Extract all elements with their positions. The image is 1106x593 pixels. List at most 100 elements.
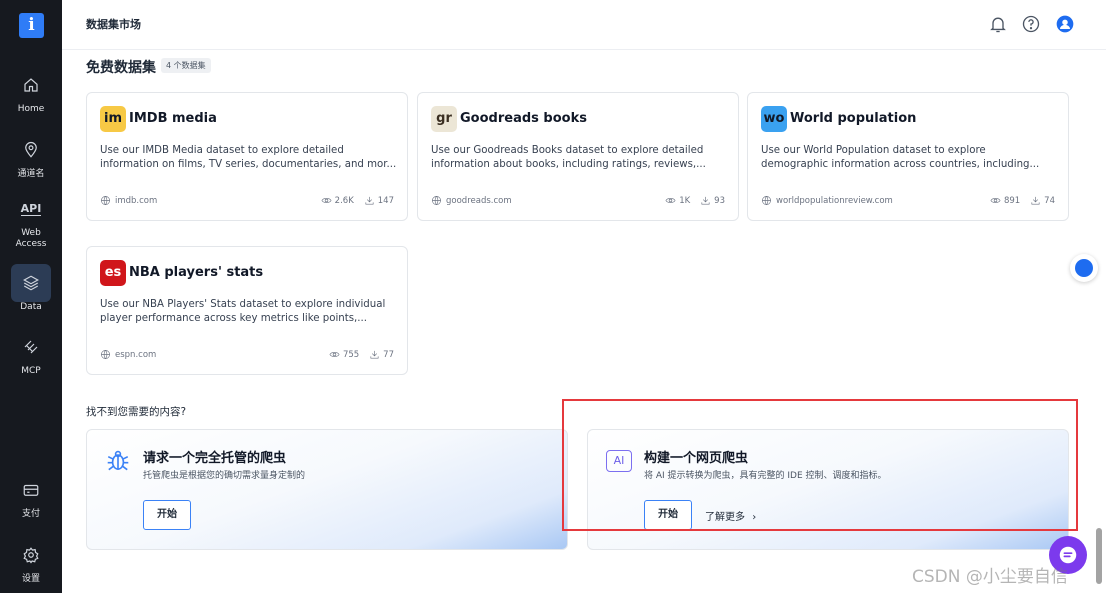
- dataset-stats: 1K 93: [665, 195, 725, 206]
- sidebar-item-billing[interactable]: 支付: [0, 471, 62, 520]
- download-icon: [701, 196, 710, 205]
- promo-title: 构建一个网页爬虫: [644, 451, 749, 466]
- chevron-right-icon: ›: [752, 512, 757, 523]
- eye-icon: [990, 198, 1001, 203]
- globe-icon: [101, 350, 110, 360]
- sidebar-item-label: 设置: [21, 574, 40, 584]
- dataset-source: goodreads.com: [431, 195, 512, 206]
- description-line: player performance across key metrics li…: [100, 313, 368, 324]
- not-found-label: 找不到您需要的内容?: [86, 406, 187, 418]
- dataset-count-badge: 4 个数据集: [161, 58, 211, 73]
- views-count: 755: [342, 349, 360, 360]
- dataset-badge: es: [100, 260, 126, 286]
- download-icon: [370, 350, 379, 359]
- downloads-count: 147: [377, 195, 394, 206]
- promo-description: 托管爬虫是根据您的确切需求量身定制的: [143, 471, 306, 481]
- description-line: demographic information across countries…: [761, 159, 1040, 170]
- description-line: Use our World Population dataset to expl…: [761, 145, 986, 156]
- downloads-count: 93: [714, 195, 725, 206]
- sidebar-item-label: Data: [20, 302, 42, 312]
- assistant-launcher-icon[interactable]: [1070, 254, 1098, 282]
- section-title: 免费数据集: [86, 60, 156, 76]
- promo-description: 将 AI 提示转换为爬虫，具有完整的 IDE 控制、调度和指标。: [644, 471, 887, 481]
- dataset-stats: 755 77: [329, 349, 394, 360]
- dataset-card-goodreads[interactable]: gr Goodreads books Use our Goodreads Boo…: [417, 92, 739, 221]
- bell-icon[interactable]: [988, 14, 1008, 34]
- home-icon: [11, 66, 51, 104]
- description-line: Use our IMDB Media dataset to explore de…: [100, 145, 344, 156]
- dataset-card-world-population[interactable]: wo World population Use our World Popula…: [747, 92, 1069, 221]
- start-button[interactable]: 开始: [143, 500, 191, 530]
- bug-icon: [105, 448, 131, 474]
- downloads-stat: 74: [1030, 195, 1055, 206]
- card-icon: [11, 471, 51, 509]
- top-header: 数据集市场: [62, 0, 1106, 50]
- dataset-badge: wo: [761, 106, 787, 132]
- dataset-domain: worldpopulationreview.com: [776, 195, 893, 206]
- layers-icon: [11, 264, 51, 302]
- description-line: Use our NBA Players' Stats dataset to ex…: [100, 299, 386, 310]
- views-stat: 755: [329, 349, 359, 360]
- sidebar-item-home[interactable]: Home: [0, 66, 62, 115]
- dataset-title: NBA players' stats: [129, 265, 264, 280]
- sidebar-item-data[interactable]: Data: [0, 264, 62, 313]
- sidebar-item-mcp[interactable]: MCP: [0, 328, 62, 377]
- dataset-badge: gr: [431, 106, 457, 132]
- views-count: 1K: [679, 195, 691, 206]
- mcp-icon: [11, 328, 51, 366]
- sidebar-item-web-access[interactable]: API Web Access: [0, 190, 62, 250]
- sidebar-item-label: 通道名: [17, 169, 45, 179]
- build-scraper-card: AI 构建一个网页爬虫 将 AI 提示转换为爬虫，具有完整的 IDE 控制、调度…: [587, 429, 1069, 550]
- views-count: 891: [1003, 195, 1021, 206]
- description-line: information about books, including ratin…: [431, 159, 706, 170]
- dataset-card-nba[interactable]: es NBA players' stats Use our NBA Player…: [86, 246, 408, 375]
- dataset-title: World population: [790, 111, 917, 126]
- page-title: 数据集市场: [86, 18, 141, 31]
- dataset-title: Goodreads books: [460, 111, 587, 126]
- description-line: information on films, TV series, documen…: [100, 159, 397, 170]
- views-stat: 1K: [665, 195, 690, 206]
- api-icon: API: [20, 201, 42, 216]
- eye-icon: [329, 352, 340, 357]
- downloads-stat: 147: [364, 195, 394, 206]
- download-icon: [365, 196, 374, 205]
- learn-more-link[interactable]: 了解更多 ›: [705, 508, 756, 523]
- card-footer: espn.com 755 77: [100, 349, 394, 363]
- dataset-domain: goodreads.com: [446, 195, 512, 206]
- sidebar-item-label: 支付: [21, 509, 40, 519]
- description-line: Use our Goodreads Books dataset to explo…: [431, 145, 704, 156]
- card-footer: imdb.com 2.6K 147: [100, 195, 394, 209]
- location-pin-icon: [11, 131, 51, 169]
- scrollbar-thumb[interactable]: [1096, 528, 1102, 584]
- learn-more-label: 了解更多: [705, 512, 745, 523]
- sidebar-item-settings[interactable]: 设置: [0, 536, 62, 585]
- dataset-badge: im: [100, 106, 126, 132]
- dataset-stats: 891 74: [990, 195, 1055, 206]
- dataset-stats: 2.6K 147: [321, 195, 394, 206]
- watermark: CSDN @小尘要自信: [912, 567, 1068, 587]
- gear-icon: [11, 536, 51, 574]
- ai-icon: AI: [606, 448, 632, 474]
- dataset-description: Use our IMDB Media dataset to explore de…: [100, 144, 398, 172]
- start-button[interactable]: 开始: [644, 500, 692, 530]
- promo-title: 请求一个完全托管的爬虫: [143, 451, 287, 466]
- views-stat: 891: [990, 195, 1020, 206]
- views-stat: 2.6K: [321, 195, 354, 206]
- sidebar-item-label: Web Access: [15, 228, 47, 249]
- help-icon[interactable]: [1021, 14, 1041, 34]
- globe-icon: [762, 196, 771, 206]
- dataset-domain: imdb.com: [115, 195, 158, 206]
- dataset-description: Use our Goodreads Books dataset to explo…: [431, 144, 729, 172]
- downloads-stat: 77: [369, 349, 394, 360]
- sidebar-item-channel[interactable]: 通道名: [0, 131, 62, 180]
- dataset-description: Use our World Population dataset to expl…: [761, 144, 1059, 172]
- dataset-domain: espn.com: [115, 349, 157, 360]
- app-logo[interactable]: i: [19, 13, 44, 38]
- dataset-description: Use our NBA Players' Stats dataset to ex…: [100, 298, 398, 326]
- card-footer: worldpopulationreview.com 891 74: [761, 195, 1055, 209]
- dataset-card-imdb[interactable]: im IMDB media Use our IMDB Media dataset…: [86, 92, 408, 221]
- globe-icon: [432, 196, 441, 206]
- avatar-icon[interactable]: [1055, 14, 1075, 34]
- download-icon: [1031, 196, 1040, 205]
- globe-icon: [101, 196, 110, 206]
